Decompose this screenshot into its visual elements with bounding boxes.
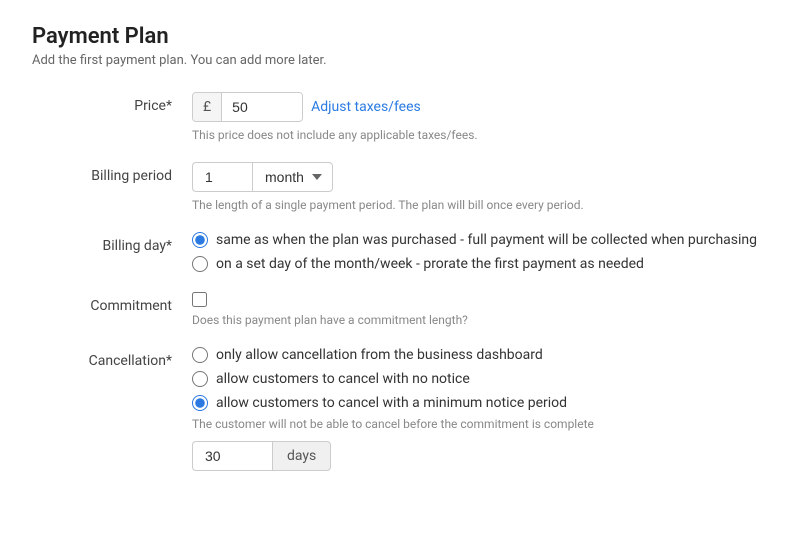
cancel-no-notice-label: allow customers to cancel with no notice bbox=[216, 371, 470, 387]
cancellation-row: Cancellation* only allow cancellation fr… bbox=[32, 347, 763, 471]
period-select[interactable]: month day week year bbox=[252, 162, 333, 192]
billing-same-radio[interactable] bbox=[192, 232, 208, 248]
billing-day-row: Billing day* same as when the plan was p… bbox=[32, 232, 763, 272]
billing-same-label: same as when the plan was purchased - fu… bbox=[216, 232, 757, 248]
billing-set-label: on a set day of the month/week - prorate… bbox=[216, 256, 644, 272]
price-hint: This price does not include any applicab… bbox=[192, 128, 763, 142]
cancel-business-option[interactable]: only allow cancellation from the busines… bbox=[192, 347, 763, 363]
cancel-no-notice-radio[interactable] bbox=[192, 371, 208, 387]
cancellation-radio-group: only allow cancellation from the busines… bbox=[192, 347, 763, 411]
billing-period-group: month day week year bbox=[192, 162, 763, 192]
cancel-business-radio[interactable] bbox=[192, 347, 208, 363]
billing-period-content: month day week year The length of a sing… bbox=[192, 162, 763, 212]
commitment-hint: Does this payment plan have a commitment… bbox=[192, 313, 763, 327]
cancel-min-notice-option[interactable]: allow customers to cancel with a minimum… bbox=[192, 395, 763, 411]
billing-period-row: Billing period month day week year The l… bbox=[32, 162, 763, 212]
currency-box: £ bbox=[192, 92, 303, 122]
commitment-checkbox-row bbox=[192, 292, 763, 307]
page-subtitle: Add the first payment plan. You can add … bbox=[32, 53, 763, 68]
commitment-content: Does this payment plan have a commitment… bbox=[192, 292, 763, 327]
commitment-checkbox[interactable] bbox=[192, 292, 207, 307]
commitment-label: Commitment bbox=[32, 292, 192, 314]
billing-day-content: same as when the plan was purchased - fu… bbox=[192, 232, 763, 272]
price-content: £ Adjust taxes/fees This price does not … bbox=[192, 92, 763, 142]
commitment-row: Commitment Does this payment plan have a… bbox=[32, 292, 763, 327]
billing-period-label: Billing period bbox=[32, 162, 192, 184]
cancel-min-notice-radio[interactable] bbox=[192, 395, 208, 411]
billing-set-radio[interactable] bbox=[192, 256, 208, 272]
billing-day-label: Billing day* bbox=[32, 232, 192, 254]
billing-period-hint: The length of a single payment period. T… bbox=[192, 198, 763, 212]
billing-same-option[interactable]: same as when the plan was purchased - fu… bbox=[192, 232, 763, 248]
period-number-input[interactable] bbox=[192, 162, 252, 192]
cancellation-hint: The customer will not be able to cancel … bbox=[192, 417, 763, 431]
billing-day-radio-group: same as when the plan was purchased - fu… bbox=[192, 232, 763, 272]
cancellation-label: Cancellation* bbox=[32, 347, 192, 369]
notice-period-input[interactable] bbox=[192, 441, 272, 471]
adjust-taxes-link[interactable]: Adjust taxes/fees bbox=[311, 99, 421, 115]
cancellation-content: only allow cancellation from the busines… bbox=[192, 347, 763, 471]
cancel-min-notice-label: allow customers to cancel with a minimum… bbox=[216, 395, 567, 411]
page-title: Payment Plan bbox=[32, 24, 763, 49]
days-label: days bbox=[272, 441, 331, 471]
price-input[interactable] bbox=[222, 93, 302, 121]
price-row: Price* £ Adjust taxes/fees This price do… bbox=[32, 92, 763, 142]
billing-set-option[interactable]: on a set day of the month/week - prorate… bbox=[192, 256, 763, 272]
cancel-no-notice-option[interactable]: allow customers to cancel with no notice bbox=[192, 371, 763, 387]
notice-period-group: days bbox=[192, 441, 763, 471]
price-input-group: £ Adjust taxes/fees bbox=[192, 92, 763, 122]
price-label: Price* bbox=[32, 92, 192, 114]
cancel-business-label: only allow cancellation from the busines… bbox=[216, 347, 543, 363]
currency-symbol: £ bbox=[193, 93, 222, 121]
